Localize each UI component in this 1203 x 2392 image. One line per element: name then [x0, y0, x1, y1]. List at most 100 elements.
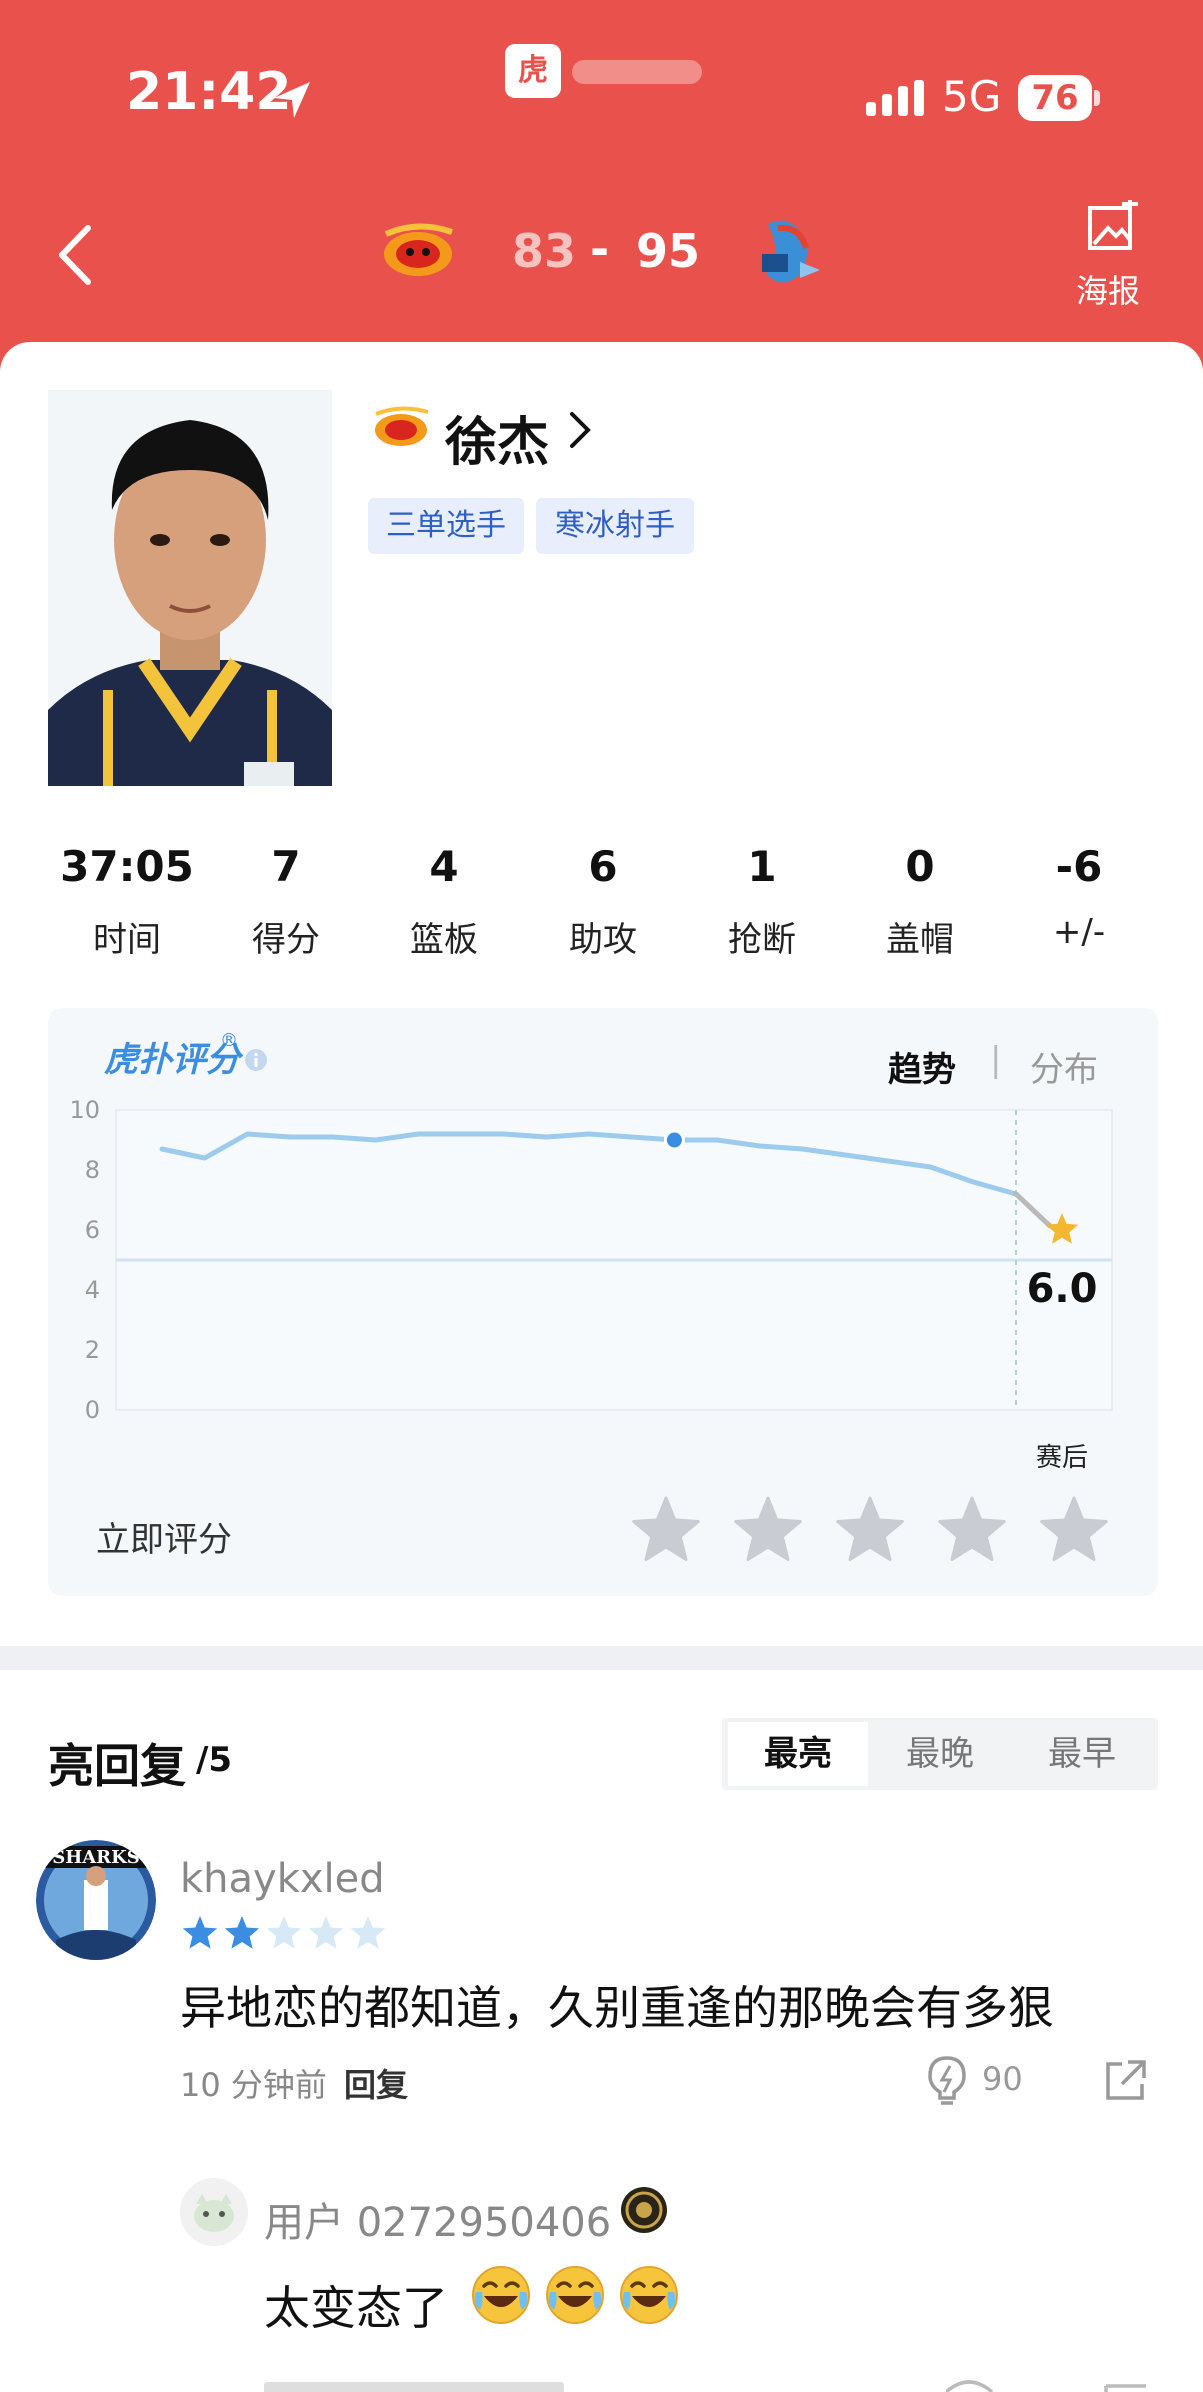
stat-steals-value: 1 — [747, 842, 777, 891]
star-empty-icon — [350, 1916, 386, 1949]
rate-now-label: 立即评分 — [96, 1520, 232, 1560]
rating-point — [885, 1159, 890, 1163]
stat-steals-label: 抢断 — [728, 920, 796, 960]
stat-rebounds-value: 4 — [429, 842, 459, 891]
y-tick-label: 10 — [69, 1096, 100, 1124]
avatar[interactable] — [180, 2178, 248, 2246]
comment-text: 异地恋的都知道，久别重逢的那晚会有多狠 — [180, 1981, 1054, 2035]
battery-indicator: 76 — [1018, 75, 1092, 121]
rating-point — [245, 1132, 250, 1136]
rating-point — [544, 1135, 549, 1139]
battery-tip — [1094, 90, 1100, 106]
replies-title: 亮回复 — [48, 1739, 186, 1793]
player-tag[interactable]: 三单选手 — [368, 498, 524, 554]
poster-label[interactable]: 海报 — [1076, 266, 1140, 312]
rating-point — [288, 1135, 293, 1139]
reply-button[interactable]: 回复 — [344, 2060, 408, 2106]
app-logo: 虎扑 — [505, 44, 561, 142]
score-separator: - — [590, 222, 610, 276]
location-arrow-icon — [274, 82, 310, 118]
lightbulb-icon[interactable] — [924, 2054, 970, 2106]
rating-point — [458, 1132, 463, 1136]
rating-point — [715, 1138, 720, 1142]
user-badge-icon — [621, 2187, 667, 2233]
y-tick-label: 0 — [85, 1396, 100, 1424]
comment-meta-cut-off — [264, 2368, 564, 2392]
stat-plusminus-value: -6 — [1055, 842, 1103, 891]
tab-separator: | — [990, 1040, 1002, 1080]
y-tick-label: 4 — [85, 1276, 100, 1304]
stat-minutes-label: 时间 — [93, 920, 161, 960]
tab-distribution[interactable]: 分布 — [1030, 1042, 1098, 1091]
stat-minutes-value: 37:05 — [60, 842, 194, 891]
back-button[interactable] — [50, 220, 100, 290]
rating-point — [843, 1153, 848, 1157]
away-team-logo — [762, 220, 820, 283]
rating-point — [587, 1132, 591, 1136]
rate-star-icon[interactable] — [834, 1494, 906, 1566]
comment-time: 10 分钟前 — [180, 2066, 327, 2104]
rate-star-icon[interactable] — [936, 1494, 1008, 1566]
rate-star-icon[interactable] — [630, 1494, 702, 1566]
rate-star-icon[interactable] — [732, 1494, 804, 1566]
player-team-logo — [375, 406, 429, 446]
signal-bars-icon — [866, 80, 924, 116]
final-value-label: 6.0 — [1027, 1266, 1098, 1312]
rating-point — [757, 1144, 762, 1148]
image-icon[interactable] — [1086, 200, 1140, 254]
y-tick-label: 6 — [85, 1216, 100, 1244]
rating-point — [800, 1147, 805, 1151]
laughing-emoji-icon — [546, 2266, 604, 2324]
laughing-emoji-icon — [620, 2266, 678, 2324]
stat-blocks-value: 0 — [905, 842, 935, 891]
sort-earliest[interactable]: 最早 — [1012, 1722, 1152, 1786]
home-team-logo — [384, 223, 453, 276]
y-tick-label: 2 — [85, 1336, 100, 1364]
star-empty-icon — [266, 1916, 302, 1949]
comment-text: 太变态了 — [264, 2281, 448, 2335]
avatar[interactable]: SHARKS — [36, 1840, 156, 1960]
stat-assists-label: 助攻 — [569, 920, 637, 960]
header-background — [0, 0, 1203, 380]
star-filled-icon — [224, 1916, 260, 1949]
comment-username[interactable]: 用户 0272950406 — [264, 2190, 611, 2248]
laughing-emoji-icon — [472, 2266, 530, 2324]
rating-trend-chart: 10 8 6 4 2 0 6.0 赛后 — [69, 1096, 1113, 1470]
status-time: 21:42 — [126, 62, 292, 122]
rating-point — [501, 1132, 506, 1136]
stat-assists-value: 6 — [588, 842, 618, 891]
comment-username[interactable]: khaykxled — [180, 1856, 385, 1902]
home-score: 83 — [512, 224, 577, 278]
stat-rebounds-label: 篮板 — [410, 920, 478, 960]
replies-count: /5 — [196, 1740, 233, 1780]
rating-point — [928, 1165, 933, 1169]
info-icon[interactable] — [244, 1048, 268, 1072]
tab-trend[interactable]: 趋势 — [888, 1042, 956, 1091]
network-label: 5G — [942, 72, 1002, 121]
comment-actions-cut-off — [946, 2380, 1146, 2392]
rate-star-icon[interactable] — [1038, 1494, 1110, 1566]
star-filled-icon — [182, 1916, 218, 1949]
stat-plusminus-label: +/- — [1052, 912, 1106, 952]
y-tick-label: 8 — [85, 1156, 100, 1184]
rating-point — [202, 1156, 207, 1160]
rating-point — [629, 1135, 634, 1139]
sort-latest[interactable]: 最晚 — [870, 1722, 1010, 1786]
chevron-right-icon[interactable] — [568, 408, 594, 452]
stat-points-label: 得分 — [252, 920, 320, 960]
external-link-icon[interactable] — [1104, 2058, 1148, 2102]
sort-brightest[interactable]: 最亮 — [728, 1722, 868, 1786]
away-score: 95 — [636, 224, 701, 278]
rating-point — [330, 1135, 335, 1139]
rating-point — [160, 1147, 164, 1151]
player-photo — [48, 390, 332, 786]
section-divider — [0, 1646, 1203, 1670]
like-count: 90 — [982, 2060, 1023, 2098]
comment-rating-stars — [182, 1916, 386, 1949]
rating-point — [971, 1180, 976, 1184]
player-tag[interactable]: 寒冰射手 — [536, 498, 694, 554]
star-empty-icon — [308, 1916, 344, 1949]
app-name-blurred — [572, 60, 702, 84]
rating-logo-mark: ® — [220, 1030, 238, 1051]
player-name[interactable]: 徐杰 — [445, 400, 549, 475]
